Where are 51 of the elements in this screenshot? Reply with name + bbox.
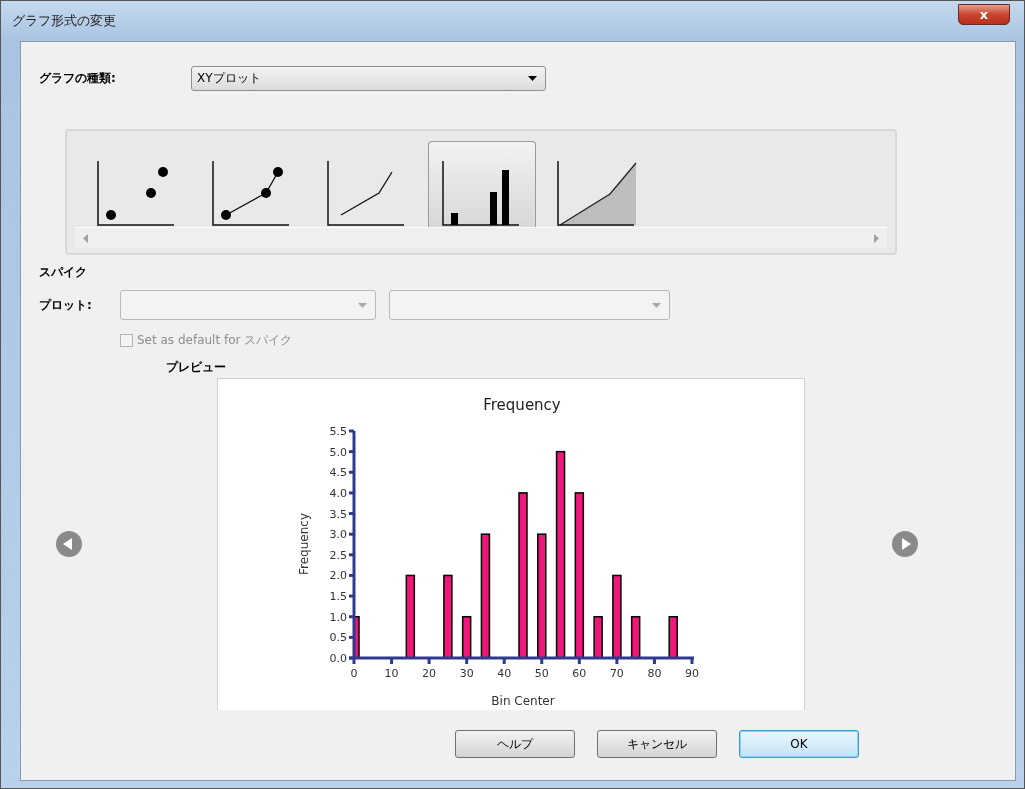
plot-label: プロット: — [39, 296, 93, 314]
x-tick-label: 30 — [459, 667, 474, 680]
histogram-bar — [593, 616, 603, 659]
area-chart-icon — [556, 159, 638, 227]
close-button[interactable]: x — [958, 3, 1010, 25]
section-title: スパイク — [39, 264, 87, 281]
graph-type-dropdown[interactable]: XYプロット — [191, 66, 546, 91]
scroll-right-icon[interactable] — [874, 233, 879, 243]
graph-type-label: グラフの種類: — [39, 70, 117, 87]
x-tick-label: 10 — [384, 667, 399, 680]
dropdown-arrow-icon — [652, 302, 661, 308]
y-tick-label: 4.5 — [329, 466, 347, 480]
x-tick-label: 70 — [609, 667, 624, 680]
y-tick-label: 1.0 — [329, 610, 347, 624]
y-tick-label: 0.0 — [329, 652, 347, 665]
y-tick-label: 5.0 — [329, 445, 347, 459]
histogram-bar — [461, 616, 472, 659]
preview-label: プレビュー — [166, 359, 226, 376]
histogram-bar — [668, 616, 678, 659]
histogram-bar — [630, 616, 641, 659]
x-tick-label: 40 — [497, 667, 512, 680]
window-title: グラフ形式の変更 — [12, 12, 116, 30]
y-tick-label: 1.5 — [329, 590, 347, 604]
dropdown-arrow-icon — [528, 76, 537, 81]
y-tick-label: 4.0 — [329, 486, 347, 500]
dialog-button[interactable]: キャンセル — [597, 730, 717, 758]
chart-title: Frequency — [483, 396, 561, 414]
dropdown-arrow-icon — [358, 302, 367, 308]
graph-style-tile[interactable] — [428, 141, 536, 227]
y-tick-label: 5.5 — [329, 425, 347, 438]
dialog-button[interactable]: ヘルプ — [455, 730, 575, 758]
y-tick-label: 3.5 — [329, 507, 347, 521]
x-tick-label: 0 — [350, 667, 358, 680]
previous-icon[interactable] — [56, 531, 82, 557]
dialog-button[interactable]: OK — [739, 730, 859, 758]
next-icon[interactable] — [892, 531, 918, 557]
y-tick-label: 3.0 — [329, 528, 347, 542]
x-axis-label: Bin Center — [491, 694, 555, 708]
default-checkbox-label: Set as default for スパイク — [137, 332, 293, 349]
x-tick-label: 60 — [572, 667, 587, 680]
y-axis-label: Frequency — [297, 513, 311, 575]
histogram-bar — [353, 616, 360, 659]
x-tick-label: 20 — [422, 667, 437, 680]
x-tick-label: 90 — [685, 667, 699, 680]
scroll-left-icon[interactable] — [83, 233, 88, 243]
horizontal-scrollbar[interactable] — [75, 227, 887, 248]
y-tick-label: 2.5 — [329, 548, 347, 562]
y-tick-label: 2.0 — [329, 569, 347, 583]
x-tick-label: 50 — [534, 667, 549, 680]
y-tick-label: 0.5 — [329, 631, 347, 645]
x-tick-label: 80 — [647, 667, 662, 680]
